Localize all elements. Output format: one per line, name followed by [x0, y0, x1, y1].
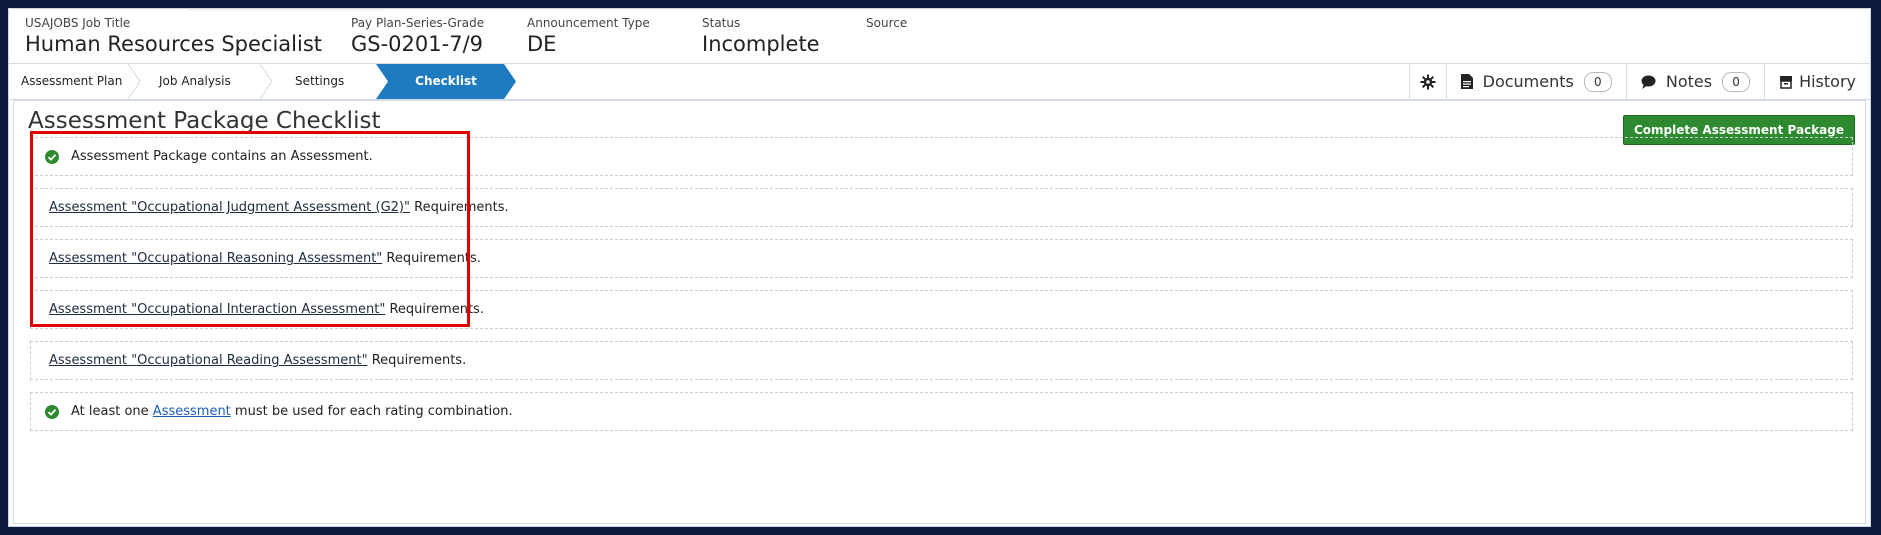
job-title-value: Human Resources Specialist	[25, 32, 323, 56]
check-circle-icon	[45, 405, 59, 419]
checklist-item-suffix: Requirements.	[409, 200, 509, 215]
status-label: Status	[702, 16, 741, 30]
checklist-item-suffix: must be used for each rating combination…	[230, 404, 513, 419]
job-title-label: USAJOBS Job Title	[25, 16, 131, 30]
status-value: Incomplete	[702, 32, 820, 56]
notes-label: Notes	[1665, 72, 1713, 91]
checklist-item: Assessment "Occupational Reasoning Asses…	[30, 239, 1853, 278]
assessment-requirements-link[interactable]: Assessment "Occupational Reading Assessm…	[49, 353, 368, 368]
gear-icon	[1420, 74, 1436, 89]
breadcrumb-assessment-plan[interactable]: Assessment Plan	[21, 64, 122, 99]
assessment-requirements-link[interactable]: Assessment "Occupational Interaction Ass…	[49, 302, 385, 317]
checklist-item-suffix: Requirements.	[382, 251, 481, 266]
history-label: History	[1799, 72, 1856, 91]
page-title: Assessment Package Checklist	[28, 108, 381, 134]
source-label: Source	[866, 16, 908, 30]
notes-button[interactable]: Notes 0	[1625, 64, 1764, 99]
checklist-item: Assessment Package contains an Assessmen…	[30, 137, 1853, 176]
breadcrumb-checklist[interactable]: Checklist	[376, 64, 516, 99]
pay-plan-field: Pay Plan-Series-Grade GS-0201-7/9	[351, 16, 484, 57]
announcement-type-label: Announcement Type	[527, 16, 650, 30]
status-field: Status Incomplete	[702, 16, 820, 57]
notes-count-badge: 0	[1722, 71, 1751, 92]
documents-label: Documents	[1482, 72, 1574, 91]
breadcrumb-job-analysis[interactable]: Job Analysis	[159, 64, 231, 99]
source-field: Source	[866, 16, 907, 31]
checklist-item: At least one Assessment must be used for…	[30, 392, 1853, 431]
settings-button[interactable]	[1408, 64, 1446, 99]
breadcrumb: Assessment Plan Job Analysis Settings Ch…	[9, 63, 1870, 100]
job-header: USAJOBS Job Title Human Resources Specia…	[9, 9, 1870, 63]
speech-bubble-icon	[1641, 75, 1656, 89]
checklist-item: Assessment "Occupational Interaction Ass…	[30, 290, 1853, 329]
chevron-right-icon	[259, 64, 273, 99]
checklist-item-prefix: At least one	[71, 404, 153, 419]
pay-plan-value: GS-0201-7/9	[351, 32, 483, 56]
checklist-item-suffix: Requirements.	[367, 353, 467, 368]
announcement-type-value: DE	[527, 32, 557, 56]
check-circle-icon	[45, 150, 59, 164]
archive-icon	[1780, 75, 1793, 89]
assessment-requirements-link[interactable]: Assessment "Occupational Reasoning Asses…	[49, 251, 382, 266]
announcement-type-field: Announcement Type DE	[527, 16, 650, 57]
checklist-item: Assessment "Occupational Reading Assessm…	[30, 341, 1853, 380]
job-title-field: USAJOBS Job Title Human Resources Specia…	[25, 16, 322, 57]
checklist-panel: Assessment Package Checklist Complete As…	[13, 100, 1866, 524]
documents-count-badge: 0	[1583, 71, 1612, 92]
app-window: USAJOBS Job Title Human Resources Specia…	[8, 8, 1871, 527]
history-button[interactable]: History	[1764, 64, 1870, 99]
checklist-item-suffix: Requirements.	[385, 302, 484, 317]
assessment-requirements-link[interactable]: Assessment "Occupational Judgment Assess…	[49, 200, 410, 215]
assessment-link[interactable]: Assessment	[153, 404, 231, 419]
toolbar: Documents 0 Notes 0 History	[1408, 64, 1870, 99]
breadcrumb-settings[interactable]: Settings	[295, 64, 344, 99]
documents-button[interactable]: Documents 0	[1445, 64, 1626, 99]
document-icon	[1460, 74, 1473, 89]
pay-plan-label: Pay Plan-Series-Grade	[351, 16, 485, 30]
chevron-right-icon	[127, 64, 141, 99]
checklist-item: Assessment "Occupational Judgment Assess…	[30, 188, 1853, 227]
checklist-item-text: Assessment Package contains an Assessmen…	[71, 149, 373, 164]
